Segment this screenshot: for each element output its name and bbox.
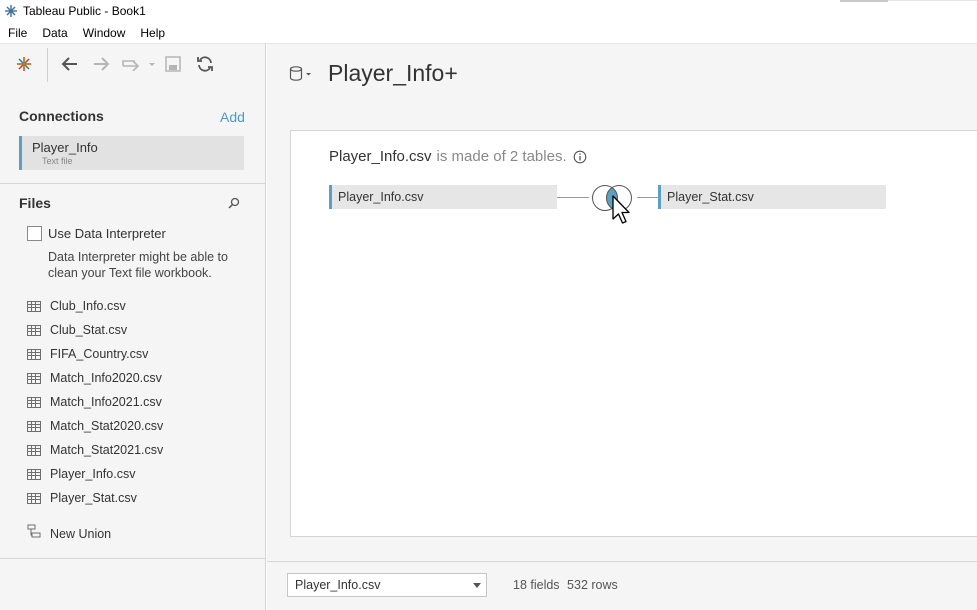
file-list: Club_Info.csv Club_Stat.csv FIFA_Country… xyxy=(27,294,257,510)
connections-header: Connections xyxy=(19,108,104,124)
tableau-logo-icon[interactable] xyxy=(15,55,33,73)
canvas-heading: Player_Info.csv is made of 2 tables. xyxy=(329,148,587,165)
connection-type: Text file xyxy=(42,156,73,166)
toolbar xyxy=(0,44,266,86)
table-icon xyxy=(27,348,41,360)
mouse-cursor-icon xyxy=(611,195,635,232)
redo-icon[interactable] xyxy=(121,57,155,71)
table-icon xyxy=(27,492,41,504)
table-stats: 18 fields 532 rows xyxy=(513,578,618,592)
data-interpreter-checkbox[interactable] xyxy=(27,226,42,241)
table-icon xyxy=(27,468,41,480)
file-item-fifa-country[interactable]: FIFA_Country.csv xyxy=(27,342,257,366)
file-label: Match_Stat2021.csv xyxy=(50,443,164,457)
refresh-icon[interactable] xyxy=(196,55,214,73)
canvas-heading-table: Player_Info.csv xyxy=(329,148,432,165)
file-label: FIFA_Country.csv xyxy=(50,347,149,361)
tableau-app-icon xyxy=(3,3,19,19)
canvas-heading-sub: is made of 2 tables. xyxy=(436,148,567,165)
titlebar-accent xyxy=(840,0,888,2)
table-icon xyxy=(27,396,41,408)
save-icon[interactable] xyxy=(165,56,181,72)
table-select-value: Player_Info.csv xyxy=(295,578,381,592)
table-icon xyxy=(27,372,41,384)
datasource-title[interactable]: Player_Info+ xyxy=(328,60,458,87)
menu-file[interactable]: File xyxy=(0,22,34,44)
file-label: Club_Info.csv xyxy=(50,299,126,313)
back-icon[interactable] xyxy=(60,55,80,73)
main-area: Player_Info+ Player_Info.csv is made of … xyxy=(267,44,977,610)
table-icon xyxy=(27,324,41,336)
menu-bar: File Data Window Help xyxy=(0,22,977,44)
file-label: Match_Info2021.csv xyxy=(50,395,162,409)
window-title: Tableau Public - Book1 xyxy=(23,4,146,18)
data-interpreter-label: Use Data Interpreter xyxy=(48,226,166,241)
chevron-down-icon xyxy=(473,583,481,588)
datasource-cylinder-icon[interactable] xyxy=(289,65,313,83)
data-interpreter-note: Data Interpreter might be able to clean … xyxy=(48,250,228,280)
file-item-match-info2021[interactable]: Match_Info2021.csv xyxy=(27,390,257,414)
fields-count: 18 fields xyxy=(513,578,560,592)
forward-icon[interactable] xyxy=(91,55,111,73)
right-table-box[interactable]: Player_Stat.csv xyxy=(658,185,886,209)
file-label: Match_Info2020.csv xyxy=(50,371,162,385)
toolbar-separator xyxy=(47,48,48,82)
table-icon xyxy=(27,300,41,312)
file-item-club-stat[interactable]: Club_Stat.csv xyxy=(27,318,257,342)
file-label: Player_Info.csv xyxy=(50,467,136,481)
titlebar-accent-line xyxy=(888,0,977,1)
file-label: Club_Stat.csv xyxy=(50,323,128,337)
search-icon[interactable] xyxy=(228,196,240,214)
files-header: Files xyxy=(19,195,51,211)
title-bar: Tableau Public - Book1 xyxy=(0,0,977,22)
new-union-item[interactable]: New Union xyxy=(27,524,111,543)
add-connection-link[interactable]: Add xyxy=(220,109,245,125)
left-panel: Connections Add Player_Info Text file Fi… xyxy=(0,44,266,610)
file-item-match-stat2021[interactable]: Match_Stat2021.csv xyxy=(27,438,257,462)
file-item-match-info2020[interactable]: Match_Info2020.csv xyxy=(27,366,257,390)
file-item-club-info[interactable]: Club_Info.csv xyxy=(27,294,257,318)
file-label: Match_Stat2020.csv xyxy=(50,419,164,433)
join-line-left xyxy=(557,197,589,198)
left-table-box[interactable]: Player_Info.csv xyxy=(329,185,557,209)
menu-window[interactable]: Window xyxy=(75,22,133,44)
panel-divider xyxy=(0,183,266,184)
table-icon xyxy=(27,444,41,456)
file-label: Player_Stat.csv xyxy=(50,491,137,505)
join-line-right xyxy=(637,197,658,198)
file-item-match-stat2020[interactable]: Match_Stat2020.csv xyxy=(27,414,257,438)
file-item-player-info[interactable]: Player_Info.csv xyxy=(27,462,257,486)
file-item-player-stat[interactable]: Player_Stat.csv xyxy=(27,486,257,510)
table-icon xyxy=(27,420,41,432)
menu-data[interactable]: Data xyxy=(34,22,74,44)
panel-divider-bottom xyxy=(0,558,266,559)
new-union-label: New Union xyxy=(50,526,112,541)
connection-item-player-info[interactable]: Player_Info Text file xyxy=(19,136,244,170)
data-interpreter-row[interactable]: Use Data Interpreter xyxy=(27,226,166,241)
relationship-canvas: Player_Info.csv is made of 2 tables. Pla… xyxy=(290,130,977,537)
table-select-dropdown[interactable]: Player_Info.csv xyxy=(287,573,487,597)
connection-name: Player_Info xyxy=(32,140,98,155)
menu-help[interactable]: Help xyxy=(132,22,172,44)
rows-count: 532 rows xyxy=(567,578,618,592)
union-icon xyxy=(27,524,41,543)
info-icon[interactable] xyxy=(573,150,587,164)
bottom-divider xyxy=(267,561,977,562)
